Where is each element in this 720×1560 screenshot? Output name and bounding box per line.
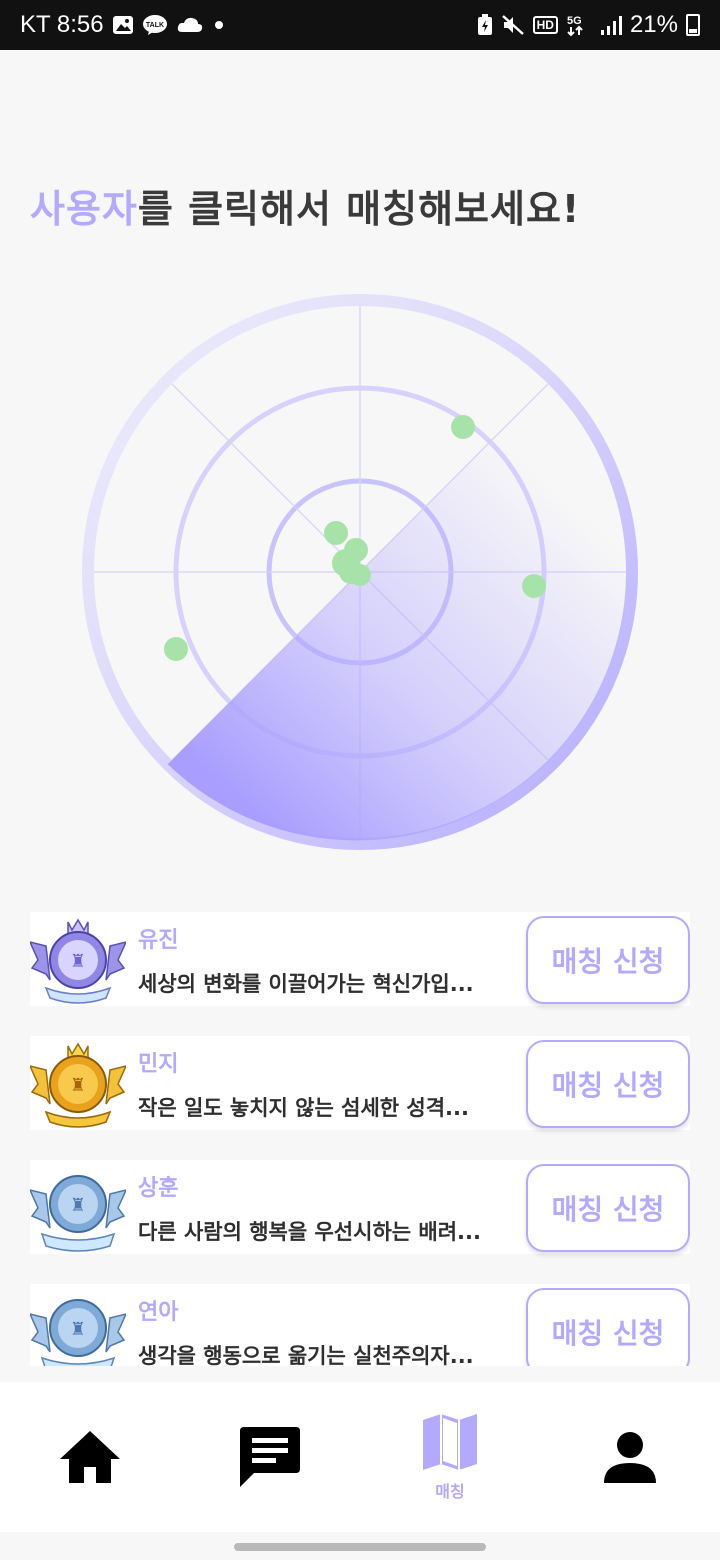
user-description: 세상의 변화를 이끌어가는 혁신가입... [138,972,474,996]
svg-text:TALK: TALK [146,22,164,29]
nav-matching-label: 매칭 [435,1482,465,1501]
user-description: 작은 일도 놓치지 않는 섬세한 성격... [138,1096,469,1120]
user-description: 생각을 행동으로 옮기는 실천주의자... [138,1344,474,1366]
radar-user-dot[interactable] [349,564,371,586]
battery-saver-icon [477,14,493,36]
user-list[interactable]: ♜ 유진 세상의 변화를 이끌어가는 혁신가입... 매칭 신청 ♜ 민지 작은… [30,912,690,1366]
svg-text:♜: ♜ [70,1319,86,1340]
kakaotalk-icon: TALK [142,14,168,36]
battery-percent: 21% [629,11,678,38]
nav-profile[interactable] [580,1382,680,1532]
image-icon [112,15,134,35]
carrier-time: KT 8:56 [20,11,104,38]
bottom-navigation: 매칭 [0,1382,720,1532]
nav-matching[interactable]: 매칭 [400,1382,500,1532]
user-name: 연아 [138,1300,179,1325]
chat-icon [240,1427,300,1487]
svg-text:♜: ♜ [70,1195,86,1216]
match-request-button[interactable]: 매칭 신청 [526,916,690,1004]
user-card[interactable]: ♜ 연아 생각을 행동으로 옮기는 실천주의자... 매칭 신청 [30,1284,690,1366]
svg-text:♜: ♜ [70,951,86,972]
title-rest: 를 클릭해서 매칭해보세요! [137,187,581,231]
hd-icon: HD [532,16,558,34]
blue-wing-badge-icon: ♜ [30,1299,126,1366]
page-title: 사용자를 클릭해서 매칭해보세요! [30,178,580,233]
match-request-button[interactable]: 매칭 신청 [526,1164,690,1252]
user-card[interactable]: ♜ 민지 작은 일도 놓치지 않는 섬세한 성격... 매칭 신청 [30,1036,690,1130]
status-bar: KT 8:56 TALK HD 5G 21% [0,0,720,50]
gold-wing-badge-icon: ♜ [30,1042,126,1128]
battery-icon [686,14,700,36]
radar-user-dot[interactable] [522,574,546,598]
match-request-button[interactable]: 매칭 신청 [526,1288,690,1366]
svg-text:5G: 5G [567,15,582,27]
user-name: 상훈 [138,1176,179,1201]
user-description: 다른 사람의 행복을 우선시하는 배려... [138,1220,481,1244]
home-icon [60,1431,120,1483]
match-request-button[interactable]: 매칭 신청 [526,1040,690,1128]
radar-user-dot[interactable] [164,637,188,661]
dot-icon [212,18,226,32]
cloud-icon [176,14,204,36]
person-icon [604,1432,656,1483]
svg-text:♜: ♜ [70,1075,86,1096]
blue-wing-badge-icon: ♜ [30,1175,126,1252]
title-accent: 사용자 [30,187,138,231]
radar-user-dot[interactable] [324,521,348,545]
5g-icon: 5G [566,13,592,37]
map-icon [423,1414,477,1470]
user-name: 유진 [138,928,179,953]
radar-user-dot[interactable] [451,415,475,439]
mute-icon [501,14,525,36]
purple-wing-badge-icon: ♜ [30,918,126,1004]
nav-home[interactable] [40,1382,140,1532]
user-card[interactable]: ♜ 유진 세상의 변화를 이끌어가는 혁신가입... 매칭 신청 [30,912,690,1006]
home-indicator[interactable] [234,1543,486,1551]
radar-chart [82,294,638,850]
nav-chat[interactable] [220,1382,320,1532]
user-name: 민지 [138,1052,179,1077]
signal-icon [600,14,622,36]
user-card[interactable]: ♜ 상훈 다른 사람의 행복을 우선시하는 배려... 매칭 신청 [30,1160,690,1254]
